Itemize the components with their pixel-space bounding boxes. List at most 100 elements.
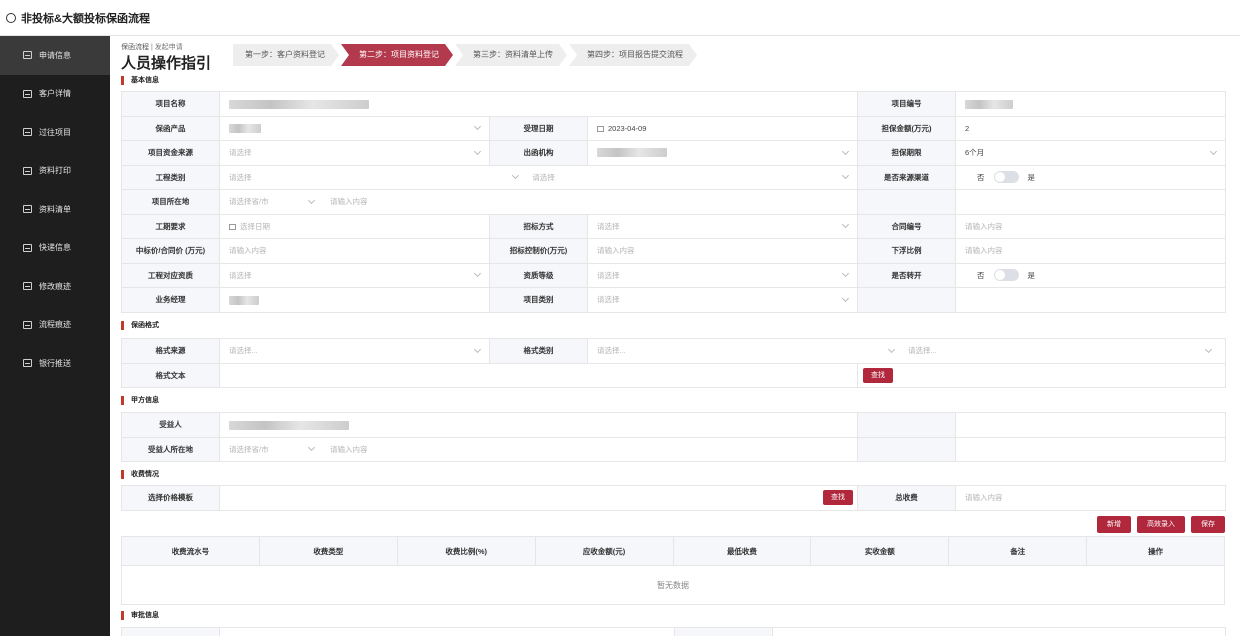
chevron-down-icon <box>473 123 482 131</box>
sidebar-item-application[interactable]: 申请信息 <box>0 36 110 75</box>
chevron-down-icon <box>307 444 316 452</box>
section-format: 保函格式 <box>121 320 159 330</box>
project-category-select[interactable]: 请选择 <box>587 287 858 313</box>
format-category-label: 格式类别 <box>489 338 588 364</box>
total-fee-field[interactable]: 请输入内容 <box>955 485 1227 511</box>
sidebar-item-bank-push[interactable]: 银行推送 <box>0 344 110 383</box>
guarantee-period-select[interactable]: 6个月 <box>955 140 1226 166</box>
format-text-label: 格式文本 <box>121 362 220 388</box>
page-title: 人员操作指引 <box>121 55 212 72</box>
chevron-down-icon <box>841 270 850 278</box>
column-header: 收费比例(%) <box>396 536 536 566</box>
app-logo-icon <box>6 12 16 23</box>
step-3[interactable]: 第三步：资料清单上传 <box>455 44 567 66</box>
bid-method-select[interactable]: 请选择 <box>587 213 858 239</box>
template-search-button[interactable]: 查找 <box>823 490 854 506</box>
format-source-select[interactable]: 请选择... <box>219 338 490 364</box>
beneficiary-field[interactable] <box>218 412 859 438</box>
qualification-label: 工程对应资质 <box>121 262 220 288</box>
sidebar-item-past-projects[interactable]: 过往项目 <box>0 113 110 152</box>
card-icon <box>23 89 32 98</box>
sidebar-item-edit-trace[interactable]: 修改痕迹 <box>0 267 110 306</box>
project-no-label: 项目编号 <box>857 91 956 117</box>
project-name-field[interactable] <box>219 91 858 117</box>
contract-no-field[interactable]: 请输入内容 <box>955 213 1226 239</box>
step-1[interactable]: 第一步：客户资料登记 <box>233 44 339 66</box>
toggle-switch[interactable] <box>993 171 1019 184</box>
manager-field[interactable] <box>219 287 490 313</box>
price-template-label: 选择价格模板 <box>121 485 220 511</box>
sidebar: 申请信息 客户详情 过往项目 资料打印 资料清单 快递信息 修改痕迹 流程痕迹 … <box>0 36 110 636</box>
format-text-field[interactable] <box>219 362 858 388</box>
eng-type-selects[interactable]: 请选择 请选择 <box>219 164 858 190</box>
source-channel-switch[interactable]: 否是 <box>955 164 1226 190</box>
control-price-field[interactable]: 请输入内容 <box>587 238 858 264</box>
duration-date-picker[interactable]: 选择日期 <box>219 213 490 239</box>
fund-source-select[interactable]: 请选择 <box>219 140 490 166</box>
app-header: 非投标&大额投标保函流程 <box>0 0 1240 36</box>
bid-price-label: 中标价/合同价 (万元) <box>121 238 220 264</box>
step-4[interactable]: 第四步：项目报告提交流程 <box>569 44 697 66</box>
chevron-down-icon <box>473 147 482 155</box>
sidebar-item-customer[interactable]: 客户详情 <box>0 75 110 114</box>
location-label: 项目所在地 <box>121 189 220 215</box>
guarantee-period-label: 担保期限 <box>857 140 956 166</box>
accept-date-picker[interactable]: 2023-04-09 <box>587 115 858 141</box>
sidebar-item-checklist[interactable]: 资料清单 <box>0 190 110 229</box>
card-icon <box>23 320 32 329</box>
project-no-field[interactable] <box>955 91 1226 117</box>
control-price-label: 招标控制价(万元) <box>489 238 588 264</box>
breadcrumb-link[interactable]: 保函流程 <box>121 44 149 51</box>
calendar-icon <box>597 125 604 132</box>
section-fee: 收费情况 <box>121 469 159 479</box>
qual-level-label: 资质等级 <box>489 262 588 288</box>
issuer-select[interactable] <box>587 140 858 166</box>
fee-actions: 新增 高效录入 保存 <box>1097 516 1225 533</box>
product-select[interactable] <box>219 115 490 141</box>
step-2[interactable]: 第二步：项目资料登记 <box>341 44 453 66</box>
batch-entry-button[interactable]: 高效录入 <box>1137 516 1185 533</box>
column-header: 备注 <box>948 536 1088 566</box>
column-header: 最低收费 <box>672 536 812 566</box>
format-form: 格式来源 请选择... 格式类别 请选择... 请选择... 格式文本 查找 <box>121 338 1226 388</box>
price-template-field[interactable]: 查找 <box>218 485 859 511</box>
accept-date-label: 受理日期 <box>489 115 588 141</box>
card-icon <box>23 359 32 368</box>
product-label: 保函产品 <box>121 115 220 141</box>
chevron-down-icon <box>841 294 850 302</box>
format-source-label: 格式来源 <box>121 338 220 364</box>
contract-no-label: 合同编号 <box>857 213 956 239</box>
duration-label: 工期要求 <box>121 213 220 239</box>
bid-price-field[interactable]: 请输入内容 <box>219 238 490 264</box>
approval-form <box>121 627 1226 636</box>
toggle-switch[interactable] <box>993 269 1019 282</box>
qual-level-select[interactable]: 请选择 <box>587 262 858 288</box>
column-header: 操作 <box>1086 536 1225 566</box>
column-header: 收费流水号 <box>121 536 260 566</box>
eng-type-label: 工程类别 <box>121 164 220 190</box>
app-title: 非投标&大额投标保函流程 <box>21 12 150 25</box>
qualification-select[interactable]: 请选择 <box>219 262 490 288</box>
float-ratio-label: 下浮比例 <box>857 238 956 264</box>
save-button[interactable]: 保存 <box>1191 516 1225 533</box>
basic-info-form: 项目名称 项目编号 保函产品 受理日期 2023-04-09 担保金额(万元) … <box>121 91 1226 313</box>
subcontract-switch[interactable]: 否是 <box>955 262 1226 288</box>
breadcrumb-current: 发起申请 <box>154 44 183 51</box>
add-button[interactable]: 新增 <box>1097 516 1131 533</box>
beneficiary-location-field[interactable]: 请选择省/市 请输入内容 <box>218 436 859 462</box>
section-approval: 审批信息 <box>121 610 159 620</box>
card-icon <box>23 166 32 175</box>
sidebar-item-print[interactable]: 资料打印 <box>0 152 110 191</box>
guarantee-amount-label: 担保金额(万元) <box>857 115 956 141</box>
guarantee-amount-field[interactable]: 2 <box>955 115 1226 141</box>
sidebar-item-express[interactable]: 快递信息 <box>0 229 110 268</box>
location-field[interactable]: 请选择省/市 请输入内容 <box>219 189 858 215</box>
card-icon <box>23 243 32 252</box>
empty-state: 暂无数据 <box>121 565 1225 605</box>
format-search-button[interactable]: 查找 <box>863 367 893 383</box>
float-ratio-field[interactable]: 请输入内容 <box>955 238 1226 264</box>
format-category-selects[interactable]: 请选择... 请选择... <box>587 338 1226 364</box>
fee-form: 选择价格模板 查找 总收费 请输入内容 <box>121 485 1227 511</box>
beneficiary-location-label: 受益人所在地 <box>121 436 220 462</box>
sidebar-item-flow-trace[interactable]: 流程痕迹 <box>0 306 110 345</box>
